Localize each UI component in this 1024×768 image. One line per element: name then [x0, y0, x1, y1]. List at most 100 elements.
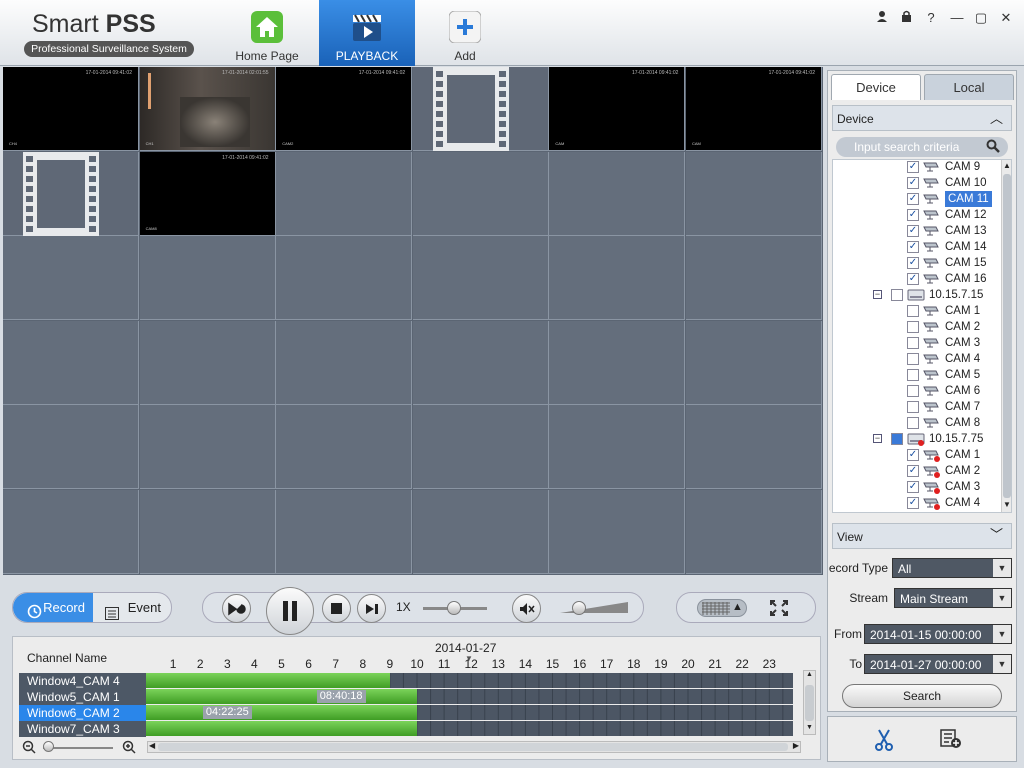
speed-slider-handle[interactable] — [447, 601, 461, 615]
channel-record-track[interactable]: 04:22:25 — [146, 705, 793, 720]
video-window[interactable] — [276, 151, 413, 236]
tree-camera-node[interactable]: CAM 7 — [833, 399, 1003, 415]
tree-checkbox[interactable] — [907, 305, 919, 317]
video-window[interactable] — [276, 236, 413, 321]
stream-select[interactable]: Main Stream ▼ — [894, 588, 1012, 608]
video-window[interactable] — [3, 490, 139, 574]
channel-record-track[interactable] — [146, 673, 793, 688]
recording-segment[interactable] — [146, 721, 417, 736]
video-window[interactable] — [412, 405, 549, 490]
channel-scrollbar[interactable]: ▲ ▼ — [803, 670, 816, 735]
chevron-up-icon[interactable]: ︿ — [990, 106, 1003, 132]
stop-button[interactable] — [322, 594, 351, 623]
recording-segment[interactable] — [146, 689, 417, 704]
playhead-time-marker[interactable]: 04:22:25 — [202, 706, 252, 719]
collapse-icon[interactable]: − — [873, 290, 882, 299]
from-datetime-input[interactable]: 2014-01-15 00:00:00 ▼ — [864, 624, 1012, 644]
to-datetime-input[interactable]: 2014-01-27 00:00:00 ▼ — [864, 654, 1012, 674]
dropdown-arrow-icon[interactable]: ▼ — [993, 655, 1011, 673]
video-window[interactable] — [139, 490, 276, 574]
maximize-icon[interactable]: ▢ — [971, 9, 991, 27]
tree-camera-node[interactable]: ✓ CAM 15 — [833, 255, 1003, 271]
tree-checkbox[interactable]: ✓ — [907, 241, 919, 253]
nav-home-page[interactable]: Home Page — [219, 0, 315, 66]
dropdown-arrow-icon[interactable]: ▼ — [993, 559, 1011, 577]
tree-checkbox[interactable] — [907, 321, 919, 333]
channel-record-track[interactable]: 08:40:18 — [146, 689, 793, 704]
video-window[interactable] — [549, 320, 686, 405]
device-section-header[interactable]: Device ︿ — [832, 105, 1012, 131]
tree-scrollbar[interactable]: ▲ ▼ — [1001, 160, 1011, 512]
next-frame-button[interactable] — [357, 594, 386, 623]
tree-checkbox[interactable]: ✓ — [907, 481, 919, 493]
tree-checkbox[interactable] — [907, 385, 919, 397]
tree-checkbox[interactable] — [907, 401, 919, 413]
minimize-icon[interactable]: — — [947, 9, 967, 27]
timeline-scrollbar[interactable]: ◀ ▶ — [147, 741, 801, 753]
tree-camera-node[interactable]: ✓ CAM 16 — [833, 271, 1003, 287]
recording-segment[interactable] — [146, 705, 417, 720]
view-section-header[interactable]: View ﹀ — [832, 523, 1012, 549]
tree-camera-node[interactable]: CAM 8 — [833, 415, 1003, 431]
video-window[interactable] — [3, 405, 139, 490]
video-window[interactable] — [3, 320, 139, 405]
tree-camera-node[interactable]: ✓ CAM 2 — [833, 463, 1003, 479]
tree-checkbox[interactable]: ✓ — [907, 497, 919, 509]
video-window[interactable] — [549, 151, 686, 236]
scissors-icon[interactable] — [874, 729, 894, 754]
video-window[interactable] — [276, 320, 413, 405]
volume-slider-track[interactable] — [560, 601, 628, 614]
device-search-input[interactable] — [836, 137, 1008, 157]
user-icon[interactable] — [872, 9, 892, 27]
lock-icon[interactable] — [896, 9, 916, 27]
video-grid[interactable]: 17-01-2014 09:41:02 CH4 17-01-2014 02:01:5… — [3, 67, 823, 575]
tree-checkbox[interactable] — [891, 433, 903, 445]
pause-button[interactable] — [266, 587, 314, 635]
tree-checkbox[interactable]: ✓ — [907, 449, 919, 461]
tree-camera-node[interactable]: CAM 3 — [833, 335, 1003, 351]
help-icon[interactable]: ? — [921, 9, 941, 27]
tree-camera-node[interactable]: ✓ — [833, 511, 1003, 512]
video-window[interactable] — [412, 236, 549, 321]
channel-record-track[interactable] — [146, 721, 793, 736]
video-window[interactable] — [3, 151, 139, 236]
video-window[interactable] — [139, 405, 276, 490]
fullscreen-icon[interactable] — [770, 600, 788, 619]
tree-camera-node[interactable]: ✓ CAM 9 — [833, 160, 1003, 175]
tree-checkbox[interactable] — [907, 369, 919, 381]
video-window[interactable] — [686, 236, 822, 321]
tree-camera-node[interactable]: ✓ CAM 11 — [833, 191, 1003, 207]
video-window[interactable] — [686, 151, 822, 236]
video-window[interactable] — [412, 320, 549, 405]
scroll-up-icon[interactable]: ▲ — [806, 671, 813, 678]
scroll-down-icon[interactable]: ▼ — [1003, 500, 1011, 509]
video-window[interactable] — [549, 490, 686, 574]
channel-row-name[interactable]: Window7_CAM 3 — [19, 721, 146, 737]
tree-camera-node[interactable]: ✓ CAM 14 — [833, 239, 1003, 255]
tree-checkbox[interactable]: ✓ — [907, 273, 919, 285]
video-window[interactable]: 17-01-2014 09:41:02 CAM — [549, 67, 686, 151]
event-mode-button[interactable]: Event — [97, 593, 169, 622]
video-window[interactable] — [686, 320, 822, 405]
video-window[interactable]: 17-01-2014 09:41:02 CAM2 — [276, 67, 413, 151]
tree-checkbox[interactable]: ✓ — [907, 465, 919, 477]
scroll-right-icon[interactable]: ▶ — [793, 741, 799, 750]
video-window[interactable] — [412, 490, 549, 574]
video-window[interactable]: 17-01-2014 09:41:02 CAM8 — [139, 151, 276, 236]
tree-camera-node[interactable]: CAM 5 — [833, 367, 1003, 383]
video-window[interactable] — [276, 405, 413, 490]
tree-checkbox[interactable]: ✓ — [907, 257, 919, 269]
dropdown-arrow-icon[interactable]: ▼ — [993, 625, 1011, 643]
record-type-select[interactable]: All ▼ — [892, 558, 1012, 578]
video-window[interactable] — [139, 320, 276, 405]
video-window[interactable] — [686, 490, 822, 574]
zoom-out-icon[interactable] — [22, 740, 36, 757]
search-button[interactable]: Search — [842, 684, 1002, 708]
tree-scroll-thumb[interactable] — [1003, 174, 1011, 498]
tree-camera-node[interactable]: CAM 1 — [833, 303, 1003, 319]
recording-segment[interactable] — [146, 673, 390, 688]
tree-checkbox[interactable]: ✓ — [907, 177, 919, 189]
tree-checkbox[interactable] — [907, 417, 919, 429]
video-window[interactable] — [549, 236, 686, 321]
video-window[interactable] — [686, 405, 822, 490]
